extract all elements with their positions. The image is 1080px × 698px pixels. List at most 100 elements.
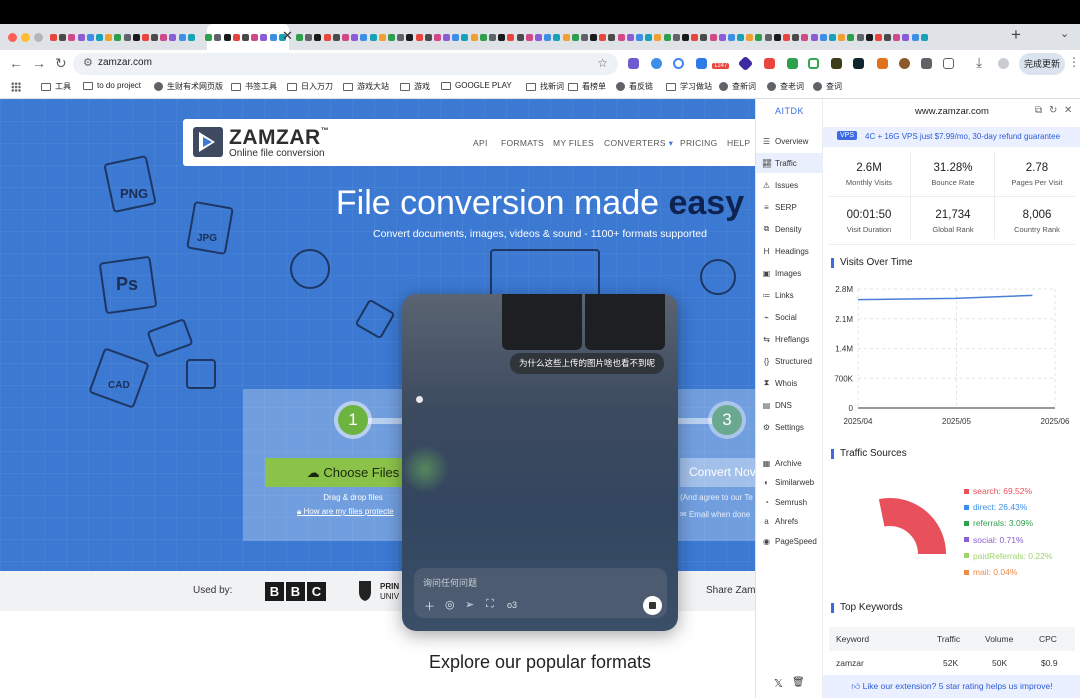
tab-favicon[interactable]	[819, 33, 827, 41]
extension-green-icon[interactable]	[787, 58, 798, 69]
legend-item-direct[interactable]: direct: 26.43%	[964, 502, 1027, 512]
tab-favicon[interactable]	[123, 33, 131, 41]
rate-extension-banner[interactable]: 👍︎ Like our extension? 5 star rating hel…	[823, 675, 1080, 698]
tab-favicon[interactable]	[132, 33, 140, 41]
tab-favicon[interactable]	[105, 33, 113, 41]
tab-favicon[interactable]	[608, 33, 616, 41]
extension-c-icon[interactable]	[673, 58, 684, 69]
tab-favicon[interactable]	[884, 33, 892, 41]
tab-favicon[interactable]	[580, 33, 588, 41]
web-search-icon[interactable]: ◎	[445, 598, 455, 611]
tab-favicon[interactable]	[59, 33, 67, 41]
zamzar-logo-text[interactable]: ZAMZAR™	[229, 126, 329, 150]
nav-formats[interactable]: FORMATS	[501, 138, 544, 148]
tab-favicon[interactable]	[911, 33, 919, 41]
tab-favicon[interactable]	[691, 33, 699, 41]
tab-favicon[interactable]	[397, 33, 405, 41]
tab-favicon[interactable]	[654, 33, 662, 41]
download-icon[interactable]: ⤓	[976, 54, 982, 71]
bookmark-item[interactable]: 看榜单	[568, 81, 606, 92]
sidebar-item-dns[interactable]: ▤ DNS	[756, 395, 823, 415]
tab-favicon[interactable]	[874, 33, 882, 41]
bookmark-item[interactable]: 看反链	[616, 81, 653, 92]
extension-a-icon[interactable]	[808, 58, 819, 69]
maximize-window-button[interactable]	[34, 33, 43, 42]
sidebar-item-images[interactable]: ▣ Images	[756, 263, 823, 283]
bookmark-item[interactable]: 找新词	[526, 81, 564, 92]
nav-converters[interactable]: CONVERTERS ▾	[604, 138, 673, 149]
sidebar-item-ahrefs[interactable]: a Ahrefs	[756, 512, 823, 532]
tab-favicon[interactable]	[141, 33, 149, 41]
table-row[interactable]: zamzar 52K 50K $0.9	[829, 651, 1075, 675]
tab-favicon[interactable]	[489, 33, 496, 41]
tab-favicon[interactable]	[544, 33, 552, 41]
tab-favicon[interactable]	[783, 33, 790, 41]
tab-favicon[interactable]	[663, 33, 671, 41]
tab-favicon[interactable]	[314, 33, 322, 41]
email-when-done-checkbox[interactable]: ✉ Email when done	[680, 510, 750, 519]
tab-favicon[interactable]	[406, 33, 414, 41]
bookmark-item[interactable]: GOOGLE PLAY	[441, 81, 512, 90]
legend-item-social[interactable]: social: 0.71%	[964, 535, 1024, 545]
tab-favicon[interactable]	[251, 33, 259, 41]
sidebar-item-hreflangs[interactable]: ⇆ Hreflangs	[756, 329, 823, 349]
stop-generating-button[interactable]	[643, 596, 662, 615]
sidebar-item-whois[interactable]: ⧗ Whois	[756, 373, 823, 393]
tab-favicon[interactable]	[590, 33, 598, 41]
reload-icon[interactable]: ↻	[55, 55, 67, 72]
tab-favicon[interactable]	[205, 33, 213, 41]
chat-overlay-window[interactable]: 为什么这些上传的图片啥也看不到呢 询问任何问题 ＋ ◎ ➢ ⛶ o3	[402, 294, 678, 631]
tab-favicon[interactable]	[187, 33, 195, 41]
tab-favicon[interactable]	[902, 33, 910, 41]
sidebar-item-structured[interactable]: {} Structured	[756, 351, 823, 371]
legend-item-referrals[interactable]: referrals: 3.09%	[964, 518, 1033, 528]
sidebar-item-issues[interactable]: ⚠ Issues	[756, 175, 823, 195]
site-info-icon[interactable]: ⚙	[83, 56, 93, 69]
minimize-window-button[interactable]	[21, 33, 30, 42]
url-text[interactable]: zamzar.com	[98, 57, 152, 68]
model-selector[interactable]: o3	[507, 600, 517, 610]
tab-favicon[interactable]	[260, 33, 268, 41]
profile-avatar[interactable]	[998, 58, 1009, 69]
tab-favicon[interactable]	[718, 33, 726, 41]
tab-favicon[interactable]	[424, 33, 432, 41]
browser-menu-icon[interactable]: ⋮	[1068, 55, 1080, 69]
tab-favicon[interactable]	[516, 33, 524, 41]
extensions-puzzle-icon[interactable]	[943, 58, 954, 69]
uploaded-image-thumb-1[interactable]	[502, 294, 582, 350]
vps-promo-text[interactable]: 4C + 16G VPS just $7.99/mo, 30-day refun…	[865, 132, 1060, 141]
tab-favicon[interactable]	[151, 33, 159, 41]
bookmark-item[interactable]: 查新词	[719, 81, 756, 92]
sidebar-item-similarweb[interactable]: ◐ Similarweb	[756, 473, 823, 493]
back-icon[interactable]: ←	[9, 55, 23, 71]
tab-favicon[interactable]	[50, 33, 57, 41]
chat-input-placeholder[interactable]: 询问任何问题	[423, 576, 477, 589]
tab-favicon[interactable]	[351, 33, 359, 41]
extension-red-icon[interactable]	[764, 58, 775, 69]
sidebar-item-serp[interactable]: ≡ SERP	[756, 197, 823, 217]
sidebar-item-semrush[interactable]: ◔ Semrush	[756, 492, 823, 512]
close-window-button[interactable]	[8, 33, 17, 42]
tab-favicon[interactable]	[269, 33, 277, 41]
tab-favicon[interactable]	[617, 33, 625, 41]
bookmark-star-icon[interactable]: ☆	[597, 56, 608, 70]
tab-favicon[interactable]	[114, 33, 122, 41]
tab-favicon[interactable]	[838, 33, 846, 41]
tab-favicon[interactable]	[534, 33, 542, 41]
tab-favicon[interactable]	[810, 33, 818, 41]
tab-favicon[interactable]	[525, 33, 533, 41]
tab-favicon[interactable]	[672, 33, 680, 41]
sidebar-item-density[interactable]: ⧉ Density	[756, 219, 823, 239]
bookmark-item[interactable]: 查词	[813, 81, 842, 92]
tab-favicon[interactable]	[369, 33, 377, 41]
bookmark-item[interactable]: 工具	[41, 81, 71, 92]
tab-favicon[interactable]	[452, 33, 460, 41]
refresh-icon[interactable]: ↻	[1049, 105, 1057, 116]
tab-favicon[interactable]	[755, 33, 763, 41]
tab-favicon[interactable]	[865, 33, 873, 41]
omnibox[interactable]: ⚙ zamzar.com ☆	[73, 53, 618, 75]
bookmark-item[interactable]: 游戏大站	[343, 81, 389, 92]
tab-favicon[interactable]	[709, 33, 717, 41]
convert-now-button[interactable]: Convert Nov	[680, 458, 755, 487]
tab-favicon[interactable]	[323, 33, 331, 41]
